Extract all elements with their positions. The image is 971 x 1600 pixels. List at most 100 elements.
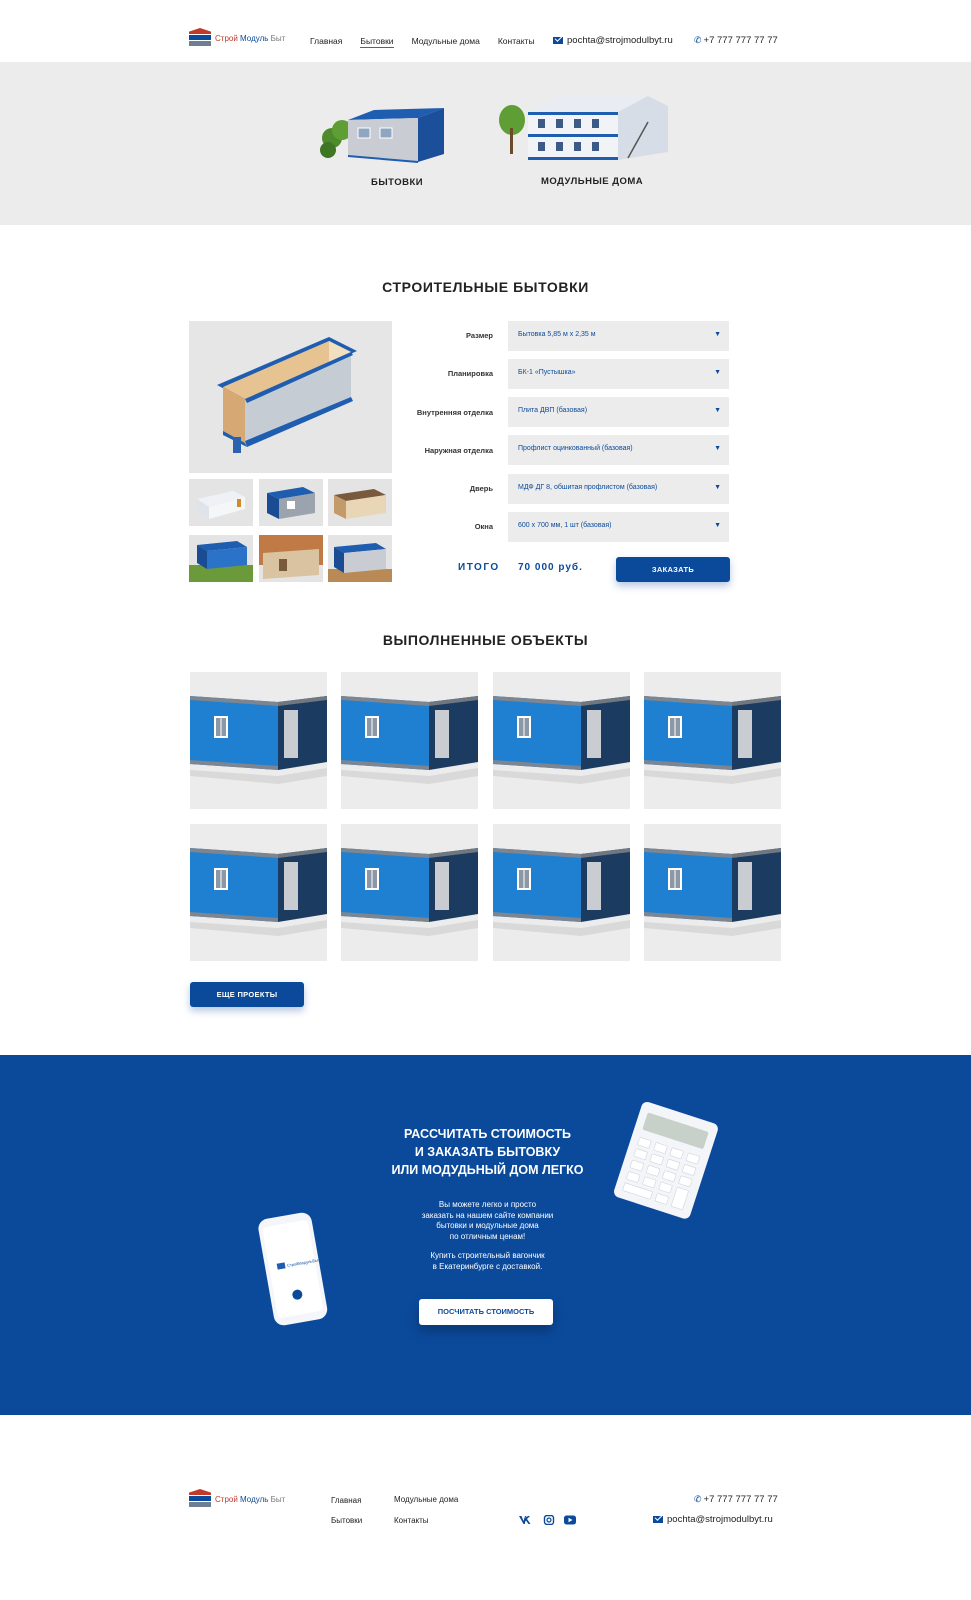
total-value: 70 000 руб. [518,562,583,573]
thumbnail-image-5 [259,535,323,579]
more-projects-button[interactable]: ЕЩЕ ПРОЕКТЫ [190,982,304,1007]
select-layout-value: БК-1 «Пустышка» [518,369,576,376]
order-button[interactable]: ЗАКАЗАТЬ [616,557,730,582]
footer-logo[interactable]: Строй Модуль Быт [189,1489,285,1509]
cta-section: РАССЧИТАТЬ СТОИМОСТЬ И ЗАКАЗАТЬ БЫТОВКУ … [0,1055,971,1415]
cta-text-1: Вы можете легко и просто заказать на наш… [390,1200,585,1242]
logo-part-3: Быт [270,33,286,43]
blue-cabin-image [341,824,478,961]
category-modular-houses[interactable] [498,92,668,171]
cta-text-2: Купить строительный вагончик в Екатеринб… [390,1251,585,1272]
vk-icon[interactable] [519,1515,531,1525]
project-card-1[interactable] [190,672,327,809]
chevron-down-icon: ▼ [714,407,721,414]
option-label-exterior: Наружная отделка [424,446,493,455]
footer-logo-part-3: Быт [270,1494,286,1504]
select-windows[interactable]: 600 х 700 мм, 1 шт (базовая) ▼ [508,512,729,542]
site-header: Строй Модуль Быт Главная Бытовки Модульн… [0,0,971,62]
logo-text: Строй Модуль Быт [215,34,285,43]
header-email-text: pochta@strojmodulbyt.ru [567,35,673,46]
blue-cabin-image [190,824,327,961]
select-interior-value: Плита ДВП (базовая) [518,407,588,414]
footer-nav-contacts[interactable]: Контакты [394,1516,429,1525]
footer-nav-home[interactable]: Главная [331,1496,361,1505]
footer-logo-text: Строй Модуль Быт [215,1495,285,1504]
nav-contacts[interactable]: Контакты [498,36,535,48]
footer-email[interactable]: pochta@strojmodulbyt.ru [653,1514,773,1525]
project-card-2[interactable] [341,672,478,809]
blue-cabin-image [341,672,478,809]
cta-title: РАССЧИТАТЬ СТОИМОСТЬ И ЗАКАЗАТЬ БЫТОВКУ … [380,1125,595,1179]
smartphone-image: СтройМодульБыт [258,1212,328,1326]
total-label: ИТОГО [458,562,500,573]
nav-home[interactable]: Главная [310,36,342,48]
mail-icon [653,1516,663,1523]
logo-part-2: Модуль [240,33,269,43]
thumbnail-image-2 [267,487,315,519]
select-door[interactable]: МДФ ДГ 8, обшитая профлистом (базовая) ▼ [508,474,729,504]
configurator-title: СТРОИТЕЛЬНЫЕ БЫТОВКИ [382,279,589,295]
thumbnail-2[interactable] [259,479,323,526]
project-card-3[interactable] [493,672,630,809]
select-layout[interactable]: БК-1 «Пустышка» ▼ [508,359,729,389]
thumbnail-image-6 [328,543,392,582]
nav-cabins[interactable]: Бытовки [360,36,394,48]
main-product-photo [189,321,392,473]
project-card-8[interactable] [644,824,781,961]
category-modular-houses-label[interactable]: МОДУЛЬНЫЕ ДОМА [541,176,643,187]
youtube-icon[interactable] [564,1515,576,1525]
blue-cabin-image [493,672,630,809]
logo[interactable]: Строй Модуль Быт [189,28,285,48]
project-card-6[interactable] [341,824,478,961]
calculator-image [614,1101,718,1219]
blue-cabin-image [644,672,781,809]
category-cabins[interactable] [318,100,448,173]
chevron-down-icon: ▼ [714,445,721,452]
header-phone[interactable]: ✆ +7 777 777 77 77 [694,35,778,46]
footer-email-text: pochta@strojmodulbyt.ru [667,1514,773,1525]
modular-house-image [499,96,668,160]
header-phone-text: +7 777 777 77 77 [703,35,778,46]
blue-cabin-image [644,824,781,961]
footer-phone-text: +7 777 777 77 77 [703,1494,778,1505]
footer-nav-modular-houses[interactable]: Модульные дома [394,1495,458,1504]
cta-text-1-line-3: бытовки и модульные дома [436,1221,539,1230]
thumbnail-4[interactable] [189,535,253,582]
option-label-interior: Внутренняя отделка [416,408,493,417]
cta-title-line-2: И ЗАКАЗАТЬ БЫТОВКУ [414,1145,561,1159]
project-card-5[interactable] [190,824,327,961]
nav-modular-houses[interactable]: Модульные дома [412,36,480,48]
phone-icon: ✆ [694,1494,702,1504]
chevron-down-icon: ▼ [714,331,721,338]
category-cabins-label[interactable]: БЫТОВКИ [371,177,423,188]
cabin-image [320,108,444,163]
chevron-down-icon: ▼ [714,369,721,376]
footer-nav-cabins[interactable]: Бытовки [331,1516,362,1525]
chevron-down-icon: ▼ [714,522,721,529]
project-card-7[interactable] [493,824,630,961]
logo-icon [189,28,211,48]
project-card-4[interactable] [644,672,781,809]
option-label-windows: Окна [474,522,493,531]
blue-cabin-image [190,672,327,809]
main-nav: Главная Бытовки Модульные дома Контакты [310,36,553,48]
thumbnail-6[interactable] [328,535,392,582]
cta-text-1-line-2: заказать на нашем сайте компании [421,1210,554,1220]
select-exterior-value: Профлист оцинкованный (базовая) [518,445,633,452]
header-email[interactable]: pochta@strojmodulbyt.ru [553,35,673,46]
cta-title-line-3: ИЛИ МОДУДЬНЫЙ ДОМ ЛЕГКО [391,1163,584,1177]
select-size-value: Бытовка 5,85 м х 2,35 м [518,331,596,338]
thumbnail-5[interactable] [259,535,323,582]
select-size[interactable]: Бытовка 5,85 м х 2,35 м ▼ [508,321,729,351]
select-exterior[interactable]: Профлист оцинкованный (базовая) ▼ [508,435,729,465]
cta-text-1-line-1: Вы можете легко и просто [438,1200,537,1209]
select-windows-value: 600 х 700 мм, 1 шт (базовая) [518,522,612,529]
instagram-icon[interactable] [543,1515,555,1525]
thumbnail-image-1 [197,491,245,519]
thumbnail-1[interactable] [189,479,253,526]
footer-phone[interactable]: ✆ +7 777 777 77 77 [694,1494,778,1505]
chevron-down-icon: ▼ [714,484,721,491]
select-interior[interactable]: Плита ДВП (базовая) ▼ [508,397,729,427]
logo-part-1: Строй [215,33,238,43]
calculate-cost-button[interactable]: ПОСЧИТАТЬ СТОИМОСТЬ [419,1299,553,1325]
